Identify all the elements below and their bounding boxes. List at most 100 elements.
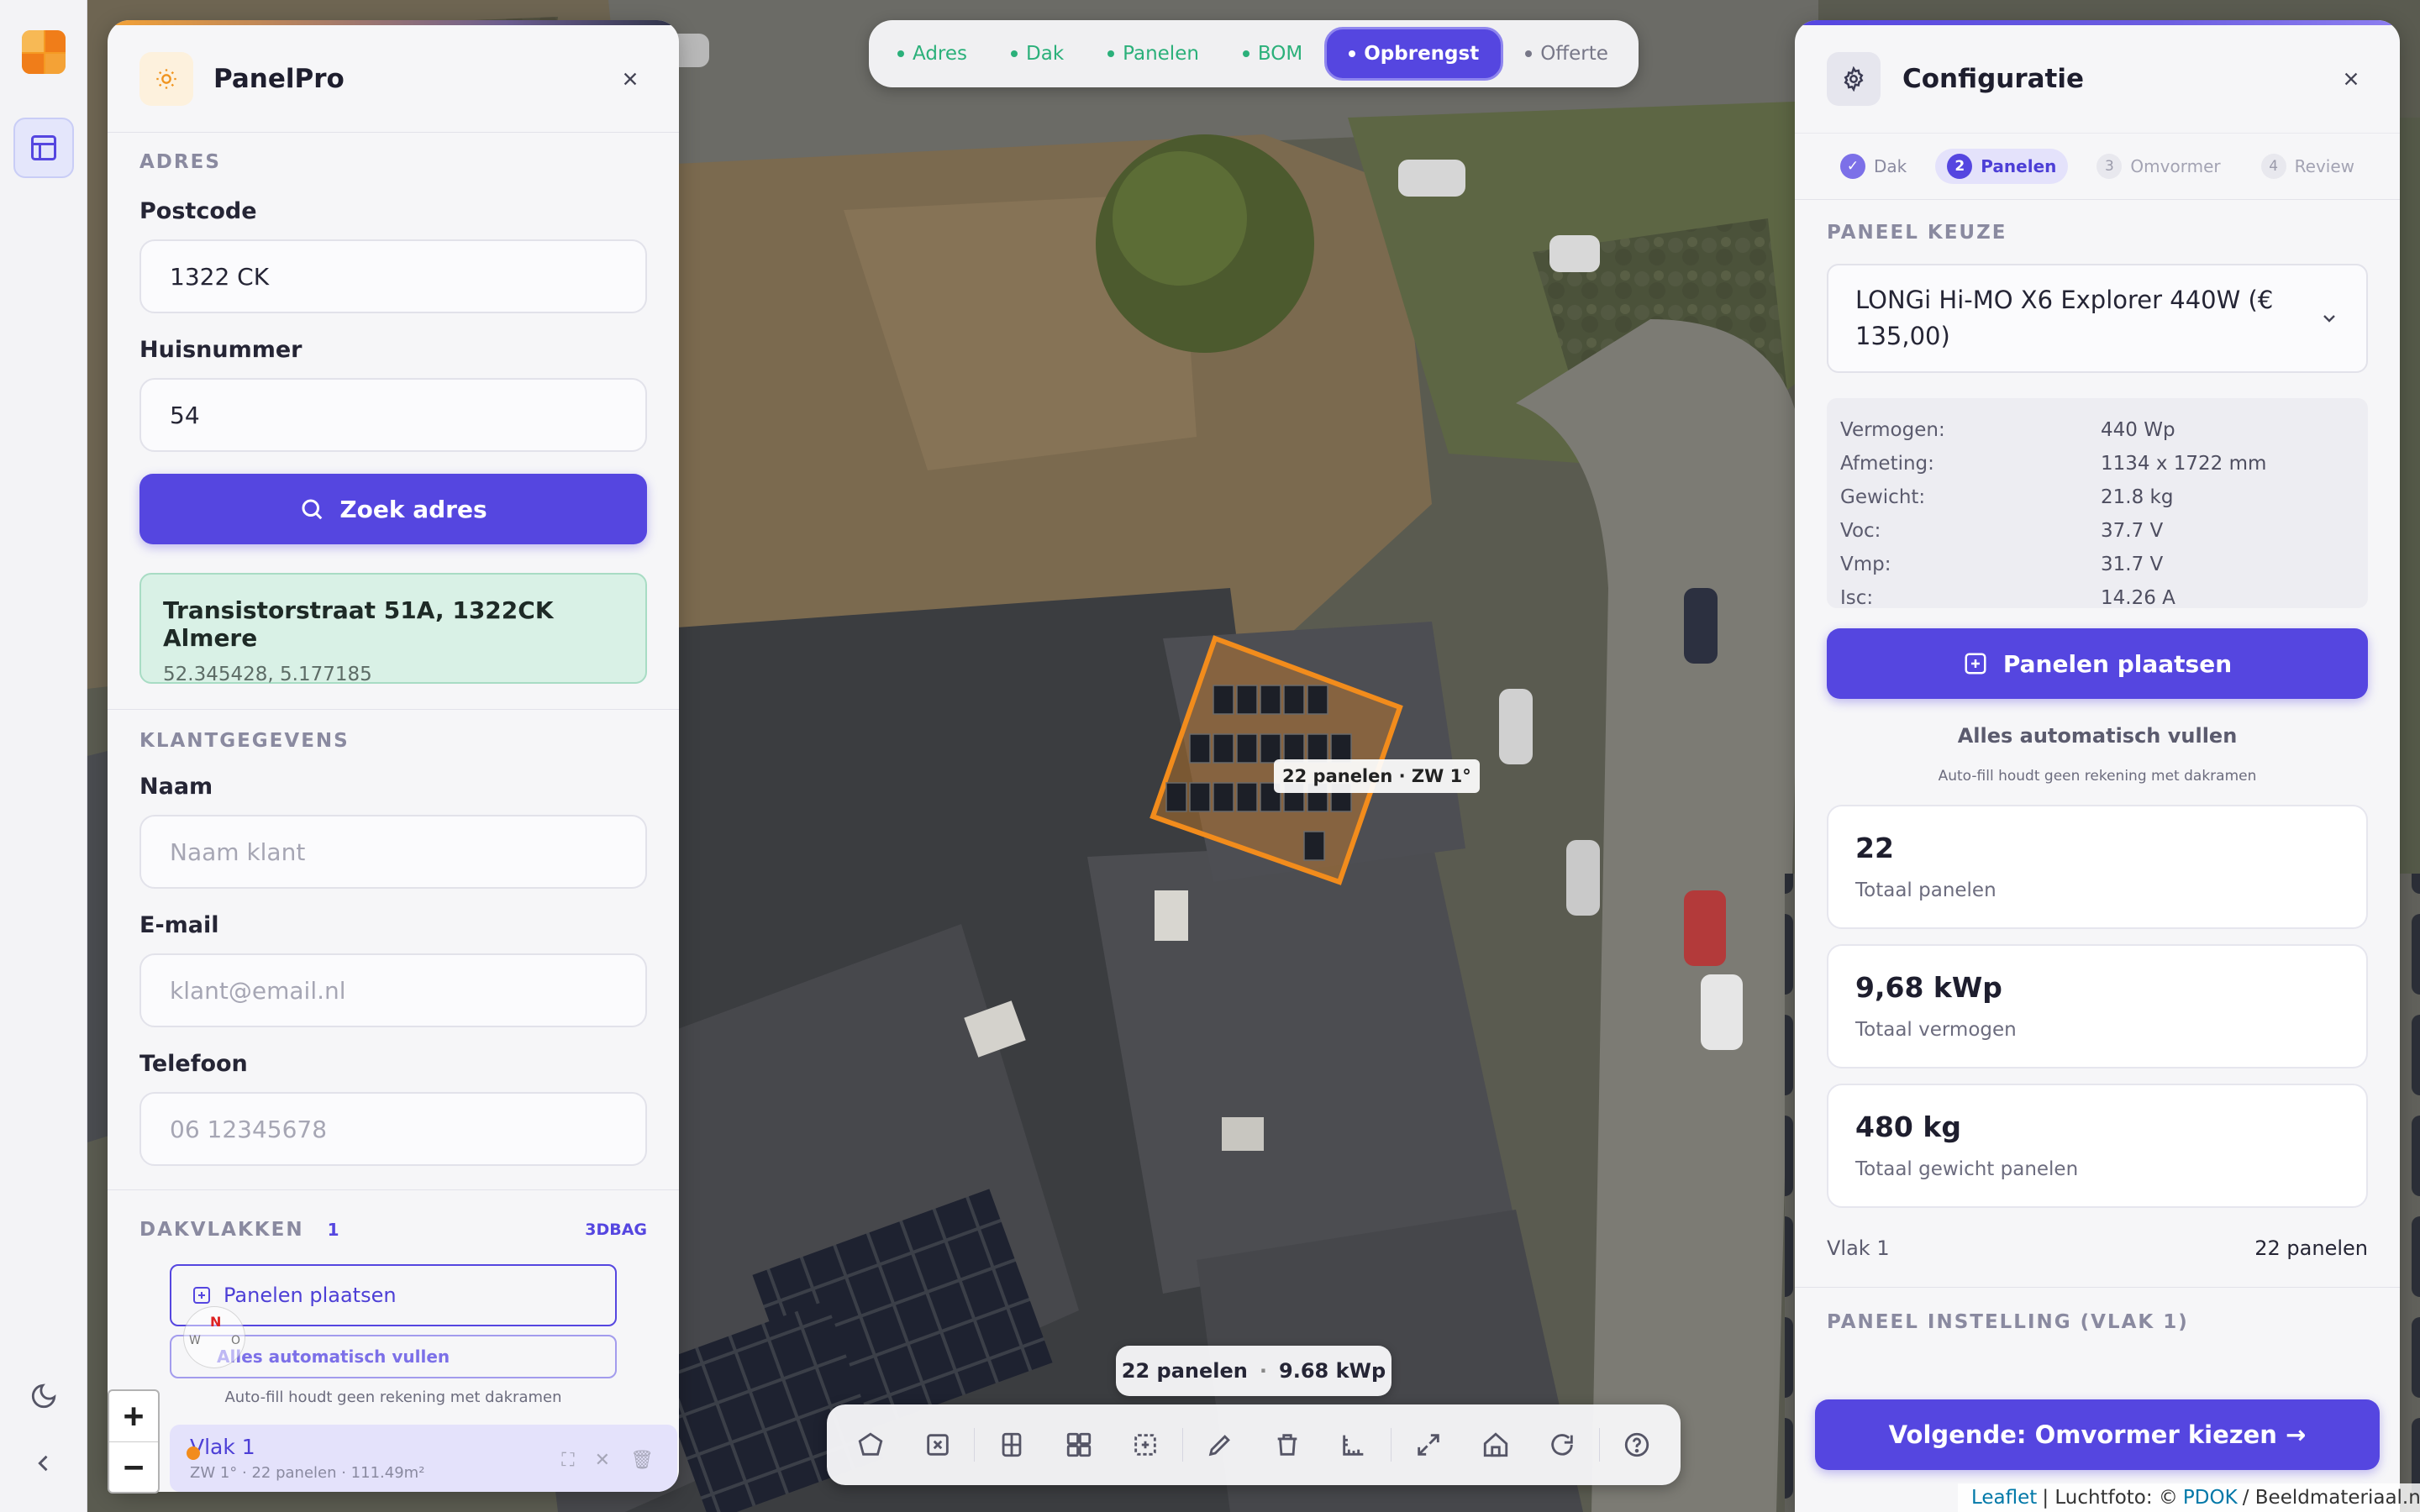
refresh-icon[interactable] xyxy=(1529,1415,1597,1475)
section-adres: ADRES xyxy=(139,151,221,173)
step-omvormer[interactable]: 3 Omvormer xyxy=(2085,149,2232,184)
app-rail xyxy=(0,0,87,1512)
vlak-list-item[interactable]: Vlak 1 ZW 1° · 22 panelen · 111.49m² ⛶ ✕… xyxy=(170,1425,677,1492)
vlak-summary-name: Vlak 1 xyxy=(1827,1236,1890,1260)
grid-icon[interactable] xyxy=(978,1415,1045,1475)
panel-model-select[interactable]: LONGi Hi-MO X6 Explorer 440W (€ 135,00) xyxy=(1827,264,2368,373)
search-address-label: Zoek adres xyxy=(339,495,487,523)
dark-mode-toggle[interactable] xyxy=(27,1379,60,1413)
spec-row: Isc: 14.26 A xyxy=(1840,581,2354,615)
spec-key: Voc: xyxy=(1840,520,1881,542)
place-panels-outline-label: Panelen plaatsen xyxy=(224,1284,397,1307)
roof-label: 22 panelen · ZW 1° xyxy=(1274,759,1480,793)
panel-title: Configuratie xyxy=(1902,64,2085,94)
close-button[interactable] xyxy=(613,62,647,96)
address-panel: PanelPro ADRES Postcode 1322 CK Huisnumm… xyxy=(108,20,679,1492)
search-address-button[interactable]: Zoek adres xyxy=(139,474,647,544)
source-3dbag-link[interactable]: 3DBAG xyxy=(585,1221,647,1239)
stat-value: 9,68 kWp xyxy=(1855,971,2002,1004)
fullscreen-icon[interactable] xyxy=(1395,1415,1462,1475)
attribution-source: / Beeldmateriaal.nl xyxy=(2242,1487,2420,1509)
step-review[interactable]: 4 Review xyxy=(2249,149,2366,184)
tab-bom-label: BOM xyxy=(1257,43,1303,65)
configuration-panel: Configuratie ✓ Dak 2 Panelen 3 Omvormer … xyxy=(1795,20,2400,1512)
edit-icon[interactable] xyxy=(1186,1415,1254,1475)
email-input[interactable]: klant@email.nl xyxy=(139,953,647,1027)
chevron-down-icon xyxy=(2323,315,2335,323)
huisnummer-input[interactable]: 54 xyxy=(139,378,647,452)
section-paneel-keuze: PANEEL KEUZE xyxy=(1827,222,2007,244)
moon-icon xyxy=(31,1383,56,1409)
close-button[interactable] xyxy=(2334,62,2368,96)
stat-label: Totaal panelen xyxy=(1855,879,1996,901)
stat-label: Totaal gewicht panelen xyxy=(1855,1158,2079,1180)
compass-east: O xyxy=(231,1334,241,1347)
help-icon[interactable] xyxy=(1603,1415,1670,1475)
delete-polygon-icon[interactable] xyxy=(904,1415,971,1475)
attribution-text: | Luchtfoto: © xyxy=(2042,1487,2178,1509)
remove-icon[interactable]: ✕ xyxy=(595,1450,610,1471)
layout-panel-button[interactable] xyxy=(13,118,74,178)
tab-opbrengst[interactable]: Opbrengst xyxy=(1324,27,1504,81)
spec-key: Vermogen: xyxy=(1840,419,1945,441)
spec-row: Voc: 37.7 V xyxy=(1840,514,2354,548)
layout-grid-icon[interactable] xyxy=(1045,1415,1113,1475)
compass[interactable]: N W O xyxy=(183,1306,245,1368)
telefoon-input[interactable]: 06 12345678 xyxy=(139,1092,647,1166)
spec-value: 1134 x 1722 mm xyxy=(2101,453,2267,475)
stat-total-weight: 480 kg Totaal gewicht panelen xyxy=(1827,1084,2368,1208)
zoom-control: + − xyxy=(108,1389,160,1494)
step-dak-label: Dak xyxy=(1874,156,1907,176)
select-area-icon[interactable] xyxy=(1113,1415,1180,1475)
step-review-label: Review xyxy=(2294,156,2355,176)
spec-row: Vermogen: 440 Wp xyxy=(1840,413,2354,447)
step-dak[interactable]: ✓ Dak xyxy=(1828,149,1918,184)
trash-icon[interactable]: 🗑 xyxy=(630,1450,654,1471)
sun-icon xyxy=(139,51,193,106)
naam-label: Naam xyxy=(139,774,213,800)
leaflet-link[interactable]: Leaflet xyxy=(1971,1487,2037,1509)
place-panels-button[interactable]: Panelen plaatsen xyxy=(1827,628,2368,699)
spec-key: Isc: xyxy=(1840,587,1874,609)
zoom-in-button[interactable]: + xyxy=(109,1391,158,1441)
section-klantgegevens: KLANTGEGEVENS xyxy=(139,730,350,752)
spec-row: Vmp: 31.7 V xyxy=(1840,548,2354,581)
compass-west: W xyxy=(189,1334,201,1347)
section-dakvlakken: DAKVLAKKEN xyxy=(139,1219,304,1241)
autofill-button[interactable]: Alles automatisch vullen xyxy=(1827,724,2368,748)
spec-value: 440 Wp xyxy=(2101,419,2175,441)
address-coordinates: 52.345428, 5.177185 xyxy=(163,664,372,685)
tab-dak[interactable]: Dak xyxy=(989,27,1086,81)
step-panelen-number: 2 xyxy=(1947,154,1973,179)
spec-value: 31.7 V xyxy=(2101,554,2164,575)
trash-icon[interactable] xyxy=(1254,1415,1321,1475)
map-attribution: Leaflet | Luchtfoto: © PDOK / Beeldmater… xyxy=(1958,1483,2420,1512)
spec-value: 37.7 V xyxy=(2101,520,2164,542)
tab-panelen[interactable]: Panelen xyxy=(1086,27,1221,81)
app-logo[interactable] xyxy=(22,30,66,74)
draw-polygon-icon[interactable] xyxy=(837,1415,904,1475)
step-dak-number: ✓ xyxy=(1840,154,1865,179)
postcode-input[interactable]: 1322 CK xyxy=(139,239,647,313)
tab-panelen-label: Panelen xyxy=(1123,43,1199,65)
tab-offerte[interactable]: Offerte xyxy=(1503,27,1630,81)
autofill-note: Auto-fill houdt geen rekening met dakram… xyxy=(1938,768,2257,785)
telefoon-label: Telefoon xyxy=(139,1051,248,1077)
tab-adres[interactable]: Adres xyxy=(876,27,989,81)
pdok-link[interactable]: PDOK xyxy=(2183,1487,2238,1509)
summary-power: 9.68 kWp xyxy=(1279,1359,1386,1383)
measure-icon[interactable] xyxy=(1321,1415,1388,1475)
naam-input[interactable]: Naam klant xyxy=(139,815,647,889)
spec-value: 14.26 A xyxy=(2101,587,2175,609)
vlak-color-dot xyxy=(187,1446,200,1460)
next-step-button[interactable]: Volgende: Omvormer kiezen → xyxy=(1815,1399,2380,1470)
panel-title: PanelPro xyxy=(213,63,345,94)
tab-bom[interactable]: BOM xyxy=(1221,27,1324,81)
expand-icon[interactable]: ⛶ xyxy=(561,1450,574,1471)
spec-row: Gewicht: 21.8 kg xyxy=(1840,480,2354,514)
collapse-sidebar-button[interactable] xyxy=(27,1446,60,1480)
stat-total-panels: 22 Totaal panelen xyxy=(1827,805,2368,929)
home-icon[interactable] xyxy=(1462,1415,1529,1475)
step-panelen[interactable]: 2 Panelen xyxy=(1935,149,2069,184)
zoom-out-button[interactable]: − xyxy=(109,1441,158,1492)
